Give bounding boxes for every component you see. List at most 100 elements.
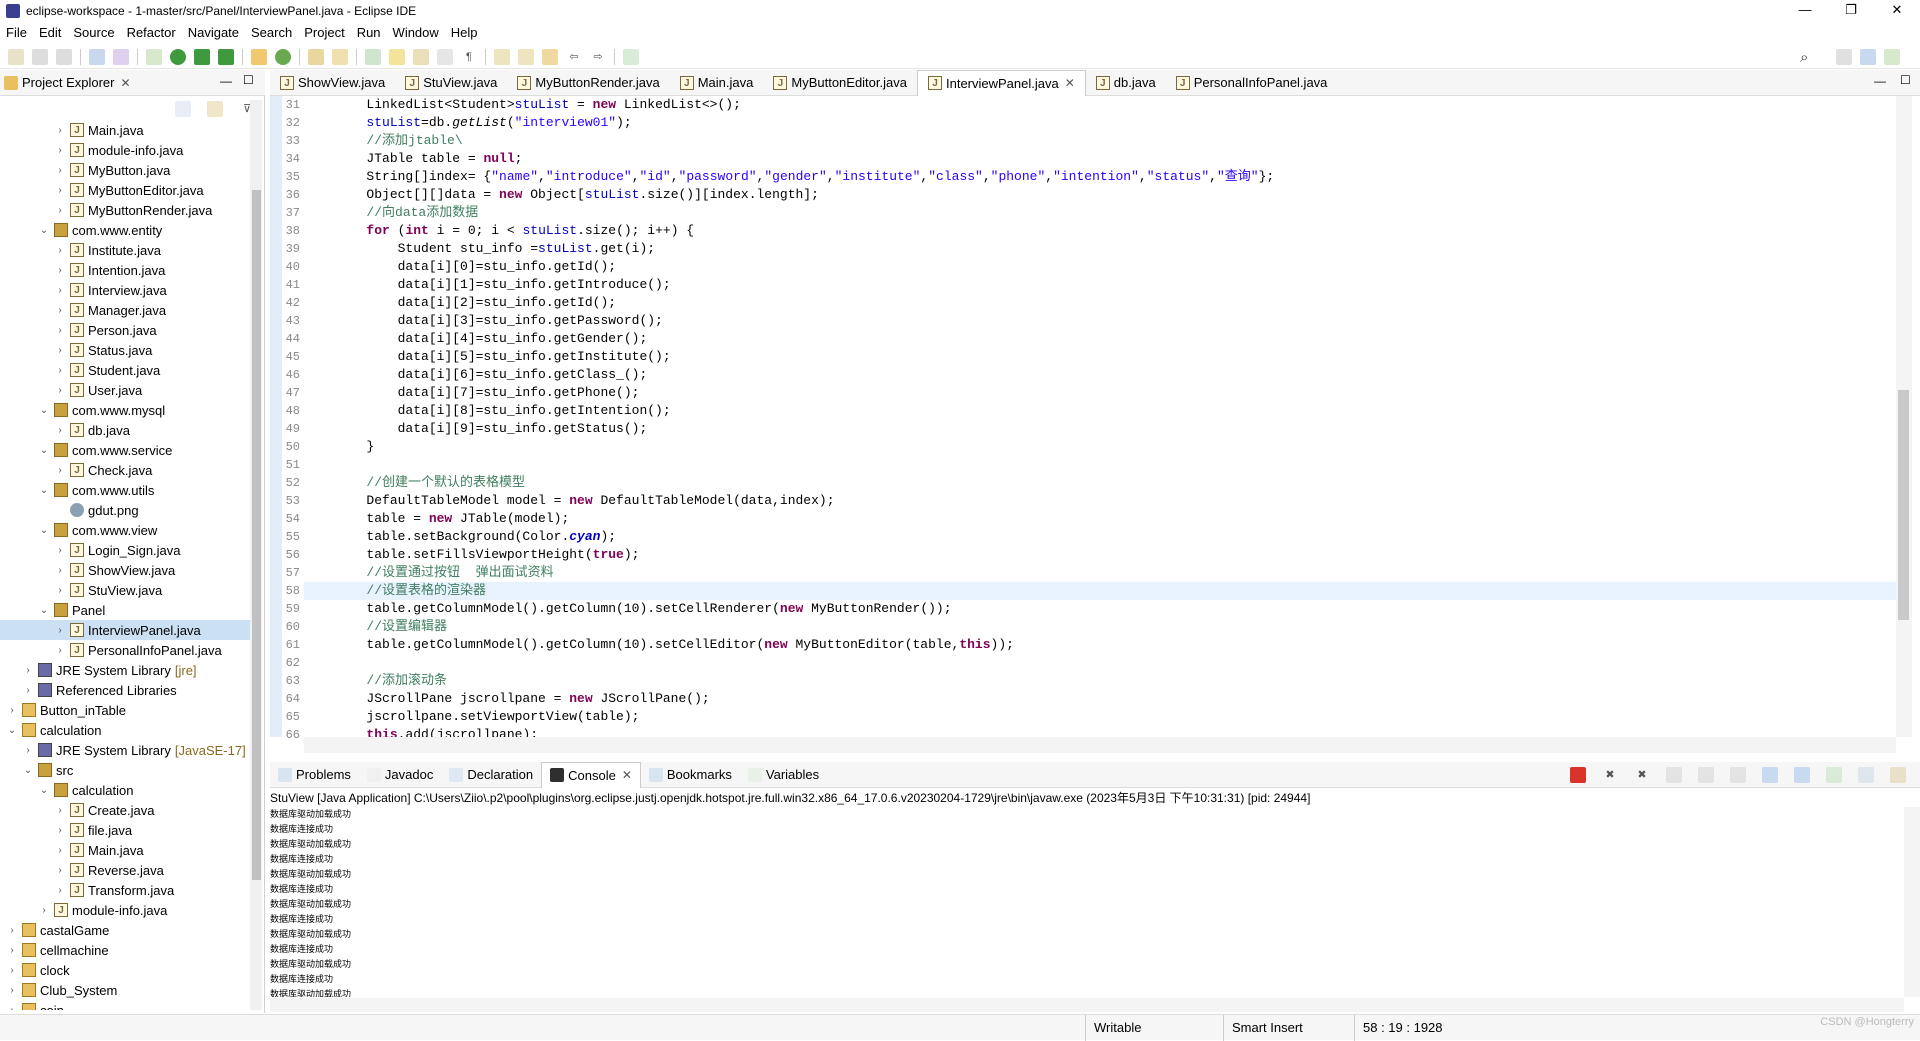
- tree-item[interactable]: › J MyButtonEditor.java: [0, 180, 250, 200]
- menu-search[interactable]: Search: [251, 25, 292, 40]
- collapsed-chevron-icon[interactable]: ›: [6, 945, 18, 956]
- editor-horizontal-scrollbar[interactable]: [304, 737, 1896, 753]
- panel-tab[interactable]: Bookmarks: [641, 762, 740, 788]
- menu-source[interactable]: Source: [73, 25, 114, 40]
- collapse-all-icon[interactable]: [175, 101, 191, 117]
- tree-item[interactable]: › Club_System: [0, 980, 250, 1000]
- panel-tab[interactable]: Console ✕: [541, 761, 641, 788]
- collapsed-chevron-icon[interactable]: ›: [54, 205, 66, 216]
- tree-item[interactable]: › J Student.java: [0, 360, 250, 380]
- collapsed-chevron-icon[interactable]: ›: [54, 585, 66, 596]
- tree-item[interactable]: ⌄ src: [0, 760, 250, 780]
- editor-tab[interactable]: J StuView.java: [395, 70, 507, 96]
- tree-item[interactable]: › J MyButtonRender.java: [0, 200, 250, 220]
- tree-item[interactable]: ⌄ com.www.mysql: [0, 400, 250, 420]
- next-annotation-icon[interactable]: [365, 48, 381, 65]
- menu-project[interactable]: Project: [304, 25, 344, 40]
- tree-item[interactable]: › J StuView.java: [0, 580, 250, 600]
- remove-all-terminated-icon[interactable]: ✖: [1634, 767, 1650, 783]
- next-annotation-down-icon[interactable]: [494, 48, 510, 65]
- run-icon[interactable]: [170, 48, 186, 65]
- collapsed-chevron-icon[interactable]: ›: [6, 985, 18, 996]
- toggle-block-selection-icon[interactable]: [413, 48, 429, 65]
- maximize-view-icon[interactable]: ☐: [243, 73, 254, 87]
- minimize-view-icon[interactable]: —: [220, 74, 232, 88]
- menu-refactor[interactable]: Refactor: [127, 25, 176, 40]
- tree-item[interactable]: ⌄ calculation: [0, 720, 250, 740]
- collapsed-chevron-icon[interactable]: ›: [22, 665, 34, 676]
- display-selected-console-icon[interactable]: [1858, 767, 1874, 783]
- panel-tab[interactable]: Variables: [740, 762, 827, 788]
- panel-tab[interactable]: Javadoc: [359, 762, 441, 788]
- tree-item[interactable]: › Jdb.java: [0, 420, 250, 440]
- menu-window[interactable]: Window: [393, 25, 439, 40]
- tree-item[interactable]: › Jmodule-info.java: [0, 900, 250, 920]
- tree-item[interactable]: › J Main.java: [0, 120, 250, 140]
- explorer-scrollbar-thumb[interactable]: [252, 190, 261, 880]
- minimize-button[interactable]: —: [1782, 0, 1828, 22]
- tree-item[interactable]: › clock: [0, 960, 250, 980]
- menu-navigate[interactable]: Navigate: [188, 25, 239, 40]
- new-icon[interactable]: [8, 48, 24, 65]
- close-icon[interactable]: ✕: [120, 76, 130, 90]
- editor-tab[interactable]: J Main.java: [670, 70, 764, 96]
- menu-file[interactable]: File: [6, 25, 27, 40]
- new-java-class-icon[interactable]: [275, 48, 291, 65]
- collapsed-chevron-icon[interactable]: ›: [6, 1005, 18, 1011]
- show-on-stdout-icon[interactable]: [1762, 767, 1778, 783]
- collapsed-chevron-icon[interactable]: ›: [54, 545, 66, 556]
- mark-occurrences-icon[interactable]: [389, 48, 405, 65]
- close-tab-icon[interactable]: ✕: [1065, 76, 1075, 90]
- open-task-icon[interactable]: [332, 48, 348, 65]
- tree-item[interactable]: › Referenced Libraries: [0, 680, 250, 700]
- coverage-icon[interactable]: [194, 48, 210, 65]
- new-java-package-icon[interactable]: [251, 48, 267, 65]
- back-icon[interactable]: ⇦: [566, 49, 582, 65]
- tree-item[interactable]: › J MyButton.java: [0, 160, 250, 180]
- tree-item[interactable]: › J ShowView.java: [0, 560, 250, 580]
- menu-run[interactable]: Run: [357, 25, 381, 40]
- menu-edit[interactable]: Edit: [39, 25, 61, 40]
- collapsed-chevron-icon[interactable]: ›: [54, 345, 66, 356]
- collapsed-chevron-icon[interactable]: ›: [54, 165, 66, 176]
- search-icon[interactable]: ⌕: [1800, 49, 1808, 66]
- tree-item[interactable]: ⌄ com.www.utils: [0, 480, 250, 500]
- word-wrap-console-icon[interactable]: [1730, 767, 1746, 783]
- editor-tab[interactable]: Jdb.java: [1086, 70, 1166, 96]
- collapsed-chevron-icon[interactable]: ›: [6, 705, 18, 716]
- tree-item[interactable]: ⌄ Panel: [0, 600, 250, 620]
- tree-item[interactable]: ⌄ com.www.service: [0, 440, 250, 460]
- tree-item[interactable]: › coin: [0, 1000, 250, 1010]
- menu-help[interactable]: Help: [451, 25, 478, 40]
- collapsed-chevron-icon[interactable]: ›: [54, 185, 66, 196]
- java-perspective-icon[interactable]: [1860, 49, 1876, 65]
- tree-item[interactable]: › J Main.java: [0, 840, 250, 860]
- expanded-chevron-icon[interactable]: ⌄: [38, 225, 50, 236]
- close-button[interactable]: ✕: [1874, 0, 1920, 22]
- terminate-icon[interactable]: [1570, 767, 1586, 783]
- save-all-icon[interactable]: [56, 48, 72, 65]
- tree-item[interactable]: › J Interview.java: [0, 280, 250, 300]
- collapsed-chevron-icon[interactable]: ›: [54, 365, 66, 376]
- tree-item[interactable]: › Button_inTable: [0, 700, 250, 720]
- open-perspective-icon[interactable]: [1836, 49, 1852, 65]
- tree-item[interactable]: › J Create.java: [0, 800, 250, 820]
- skip-breakpoints-icon[interactable]: [113, 48, 129, 65]
- collapsed-chevron-icon[interactable]: ›: [38, 905, 50, 916]
- collapsed-chevron-icon[interactable]: ›: [54, 865, 66, 876]
- collapsed-chevron-icon[interactable]: ›: [54, 625, 66, 636]
- maximize-button[interactable]: ❐: [1828, 0, 1874, 22]
- collapsed-chevron-icon[interactable]: ›: [54, 125, 66, 136]
- tree-item[interactable]: ⌄ com.www.entity: [0, 220, 250, 240]
- external-tools-icon[interactable]: [218, 48, 234, 65]
- collapsed-chevron-icon[interactable]: ›: [54, 645, 66, 656]
- expanded-chevron-icon[interactable]: ⌄: [38, 405, 50, 416]
- collapsed-chevron-icon[interactable]: ›: [54, 845, 66, 856]
- console-output[interactable]: 数据库驱动加载成功 数据库连接成功 数据库驱动加载成功 数据库连接成功 数据库驱动加载成…: [270, 807, 1900, 997]
- maximize-editor-icon[interactable]: ☐: [1900, 73, 1911, 87]
- tree-item[interactable]: › J Intention.java: [0, 260, 250, 280]
- collapsed-chevron-icon[interactable]: ›: [6, 925, 18, 936]
- tree-item[interactable]: › J PersonalInfoPanel.java: [0, 640, 250, 660]
- expanded-chevron-icon[interactable]: ⌄: [38, 525, 50, 536]
- collapsed-chevron-icon[interactable]: ›: [54, 325, 66, 336]
